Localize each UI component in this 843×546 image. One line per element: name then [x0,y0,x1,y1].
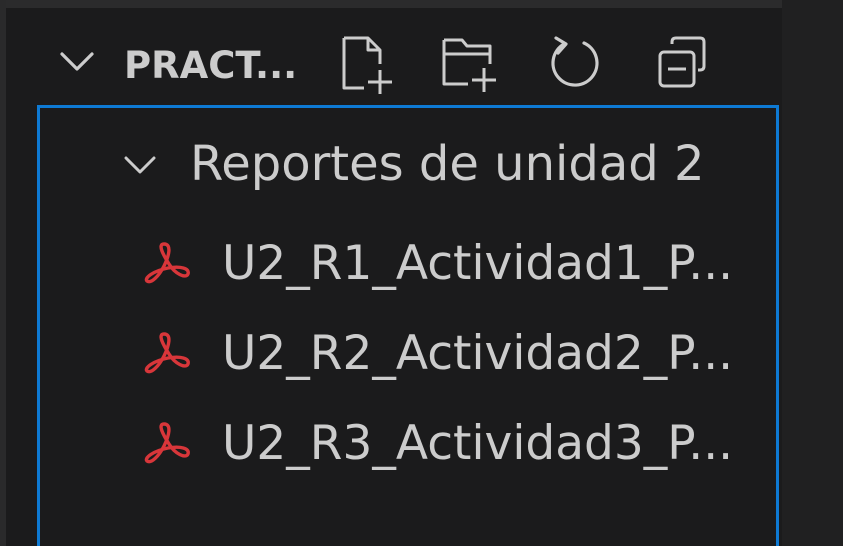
explorer-section-header[interactable]: PRACT... [6,8,782,104]
tree-file-item[interactable]: U2_R1_Actividad1_P... [40,224,776,304]
tree-file-item[interactable]: U2_R2_Actividad2_P... [40,314,776,394]
file-label: U2_R1_Actividad1_P... [222,236,734,291]
folder-label: Reportes de unidad 2 [190,136,705,192]
file-label: U2_R3_Actividad3_P... [222,416,734,471]
explorer-panel: PRACT... Reportes de unidad 2 U2_R1_Acti… [6,8,782,546]
pdf-icon [142,328,194,380]
new-file-icon [342,36,392,94]
tree-folder-reportes[interactable]: Reportes de unidad 2 [40,122,776,206]
chevron-down-icon[interactable] [56,44,98,80]
refresh-icon [551,36,599,87]
file-label: U2_R2_Actividad2_P... [222,326,734,381]
pdf-icon [142,238,194,290]
chevron-down-icon[interactable] [120,150,160,182]
window-top-edge [0,0,843,8]
file-tree: Reportes de unidad 2 U2_R1_Actividad1_P.… [37,105,779,546]
refresh-button[interactable] [542,30,608,96]
collapse-all-icon [658,36,706,88]
new-folder-button[interactable] [434,30,500,96]
section-title: PRACT... [124,44,298,87]
new-folder-icon [442,38,496,92]
editor-area-edge [782,0,843,546]
collapse-all-button[interactable] [652,30,718,96]
tree-file-item[interactable]: U2_R3_Actividad3_P... [40,404,776,484]
new-file-button[interactable] [332,30,398,96]
pdf-icon [142,418,194,470]
